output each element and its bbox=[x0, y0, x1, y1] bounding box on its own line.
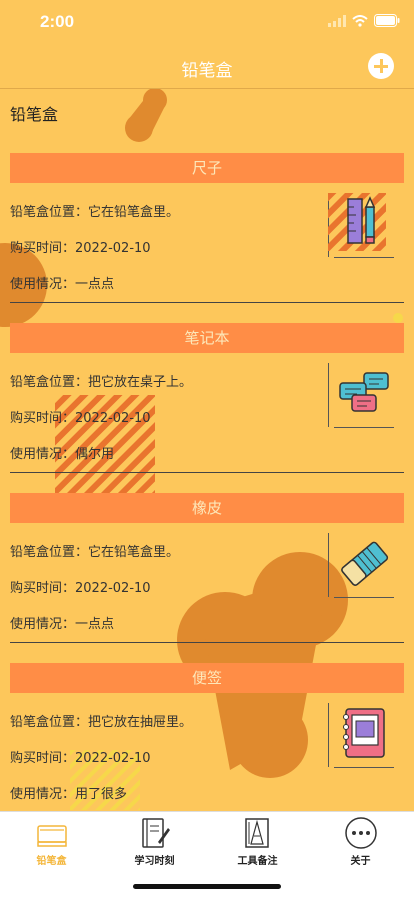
item-card[interactable]: 便签 铅笔盒位置：把它放在抽屉里。 购买时间：2022-02-10 使用情况：用… bbox=[0, 663, 414, 811]
item-purchase-date: 购买时间：2022-02-10 bbox=[10, 241, 151, 256]
chat-bubbles-icon bbox=[339, 372, 389, 412]
battery-icon bbox=[374, 14, 400, 27]
item-list[interactable]: 铅笔盒 尺子 铅笔盒位置：它在铅笔盒里。 购买时间：2022-02-10 使用情… bbox=[0, 89, 414, 811]
navigation-bar: 铅笔盒 bbox=[0, 44, 414, 89]
item-usage: 使用情况：偶尔用 bbox=[10, 447, 115, 462]
tab-study-time[interactable]: 学习时刻 bbox=[103, 816, 206, 867]
icon-frame-bottom bbox=[334, 427, 394, 428]
item-name: 便签 bbox=[10, 663, 404, 693]
notebook-icon bbox=[343, 708, 385, 758]
tab-label: 铅笔盒 bbox=[36, 856, 67, 867]
item-usage: 使用情况：一点点 bbox=[10, 617, 115, 632]
ruler-pencil-icon bbox=[328, 193, 386, 251]
item-name: 笔记本 bbox=[10, 323, 404, 353]
tab-label: 工具备注 bbox=[237, 856, 278, 867]
item-purchase-date: 购买时间：2022-02-10 bbox=[10, 751, 151, 766]
icon-frame-bottom bbox=[334, 257, 394, 258]
more-dots-icon bbox=[344, 817, 377, 849]
status-bar: 2:00 bbox=[0, 0, 414, 44]
card-divider bbox=[10, 642, 404, 643]
icon-frame-left bbox=[328, 363, 329, 427]
page-title: 铅笔盒 bbox=[181, 61, 233, 81]
icon-frame-left bbox=[328, 703, 329, 767]
wifi-icon bbox=[352, 14, 368, 27]
item-card[interactable]: 笔记本 铅笔盒位置：把它放在桌子上。 购买时间：2022-02-10 使用情况：… bbox=[0, 323, 414, 493]
study-book-icon bbox=[141, 818, 170, 848]
section-title: 铅笔盒 bbox=[10, 105, 59, 124]
add-button[interactable] bbox=[368, 53, 394, 79]
item-location: 铅笔盒位置：把它放在桌子上。 bbox=[10, 375, 193, 390]
icon-frame-left bbox=[328, 533, 329, 597]
status-time: 2:00 bbox=[40, 12, 75, 31]
tab-pencil-box[interactable]: 铅笔盒 bbox=[0, 816, 103, 867]
status-icons bbox=[328, 14, 400, 27]
tab-label: 关于 bbox=[350, 856, 371, 867]
item-name: 橡皮 bbox=[10, 493, 404, 523]
eraser-icon bbox=[341, 541, 389, 586]
item-location: 铅笔盒位置：把它放在抽屉里。 bbox=[10, 715, 193, 730]
item-usage: 使用情况：一点点 bbox=[10, 277, 115, 292]
home-indicator bbox=[133, 884, 281, 889]
tab-about[interactable]: 关于 bbox=[309, 816, 412, 867]
item-purchase-date: 购买时间：2022-02-10 bbox=[10, 411, 151, 426]
item-card[interactable]: 橡皮 铅笔盒位置：它在铅笔盒里。 购买时间：2022-02-10 使用情况：一点… bbox=[0, 493, 414, 663]
item-location: 铅笔盒位置：它在铅笔盒里。 bbox=[10, 205, 180, 220]
icon-frame-bottom bbox=[334, 597, 394, 598]
icon-frame-bottom bbox=[334, 767, 394, 768]
card-divider bbox=[10, 302, 404, 303]
item-card[interactable]: 尺子 铅笔盒位置：它在铅笔盒里。 购买时间：2022-02-10 使用情况：一点… bbox=[0, 153, 414, 323]
tab-bar: 铅笔盒 学习时刻 工具备注 关于 bbox=[0, 811, 414, 897]
card-divider bbox=[10, 472, 404, 473]
signal-icon bbox=[328, 14, 346, 27]
item-name: 尺子 bbox=[10, 153, 404, 183]
tab-tool-notes[interactable]: 工具备注 bbox=[206, 816, 309, 867]
pencil-box-icon bbox=[36, 825, 67, 847]
item-location: 铅笔盒位置：它在铅笔盒里。 bbox=[10, 545, 180, 560]
item-usage: 使用情况：用了很多 bbox=[10, 787, 128, 802]
item-purchase-date: 购买时间：2022-02-10 bbox=[10, 581, 151, 596]
tab-label: 学习时刻 bbox=[134, 856, 175, 867]
tools-ruler-icon bbox=[244, 818, 269, 848]
